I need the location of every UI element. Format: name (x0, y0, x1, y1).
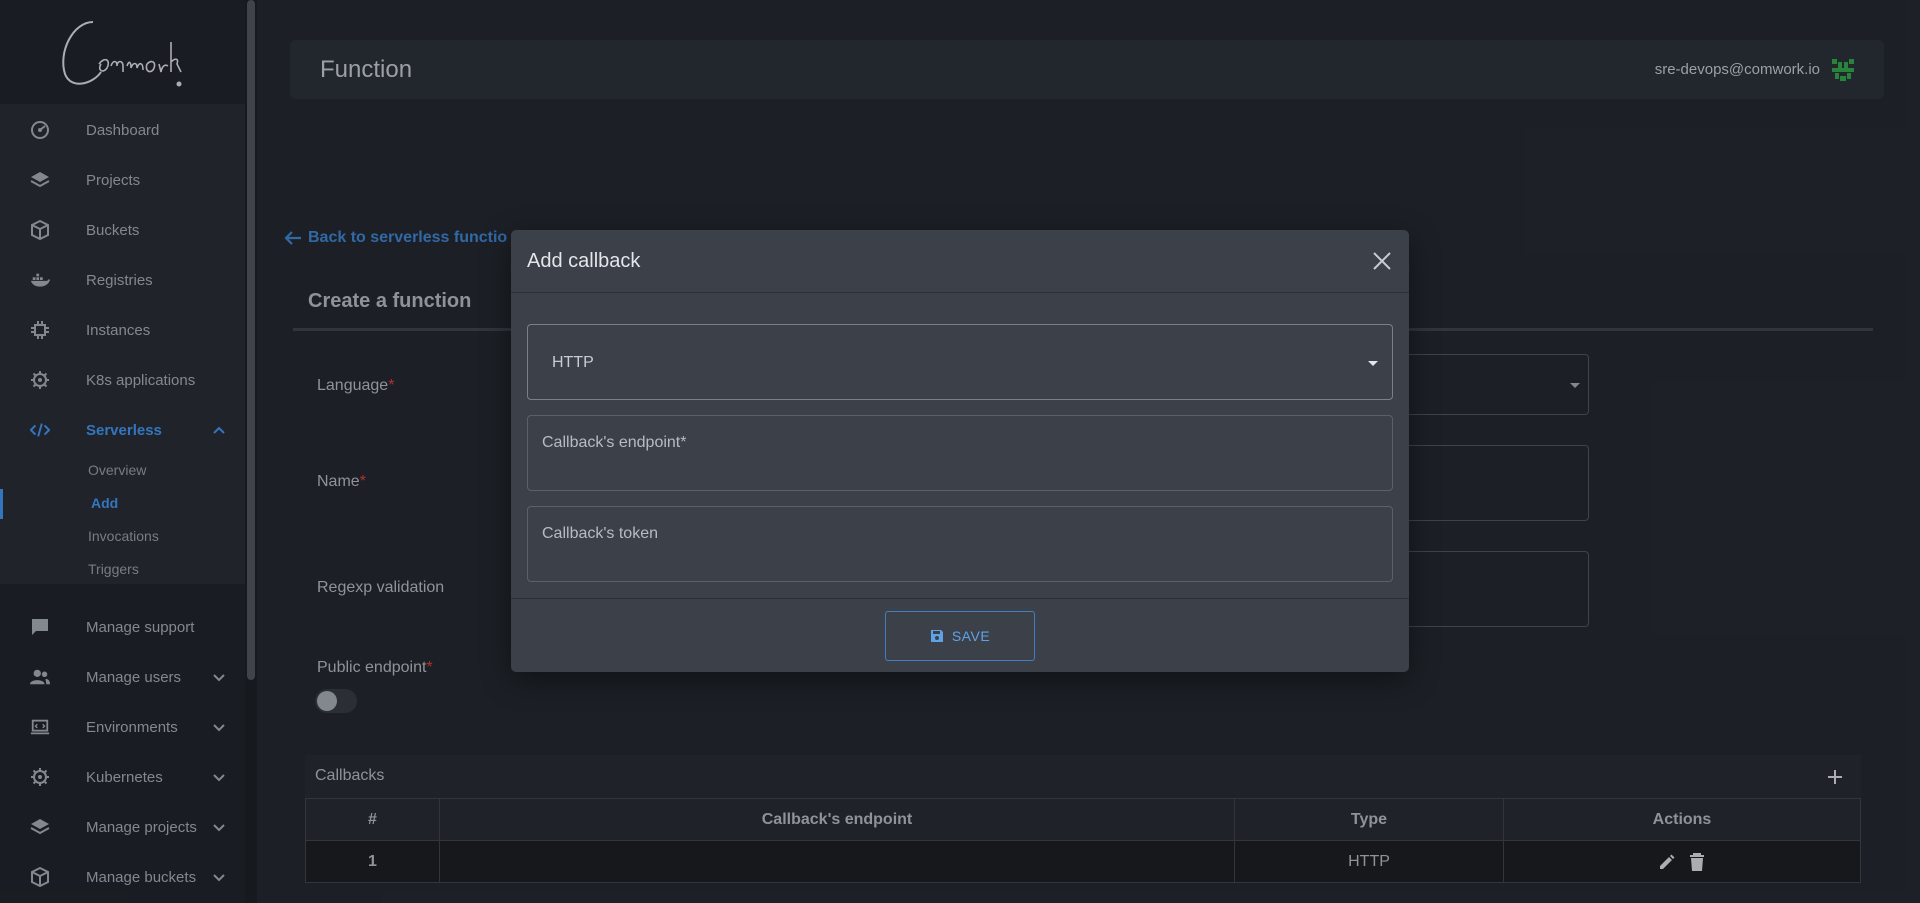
close-icon (1373, 252, 1391, 270)
save-button[interactable]: SAVE (885, 611, 1035, 661)
caret-down-icon (1368, 361, 1378, 366)
close-button[interactable] (1369, 248, 1395, 274)
dialog-header-divider (511, 292, 1409, 293)
callback-endpoint-field[interactable] (527, 415, 1393, 491)
add-callback-dialog: Add callback HTTP SAVE (511, 230, 1409, 672)
callback-token-input[interactable] (542, 525, 1372, 543)
floppy-disk-icon (930, 630, 943, 642)
callback-endpoint-input[interactable] (542, 434, 1372, 452)
dialog-title: Add callback (527, 250, 641, 272)
save-button-label: SAVE (951, 628, 991, 644)
dialog-footer: SAVE (511, 598, 1409, 672)
callback-token-field[interactable] (527, 506, 1393, 582)
callback-type-value: HTTP (552, 354, 594, 371)
callback-type-select[interactable]: HTTP (527, 324, 1393, 400)
